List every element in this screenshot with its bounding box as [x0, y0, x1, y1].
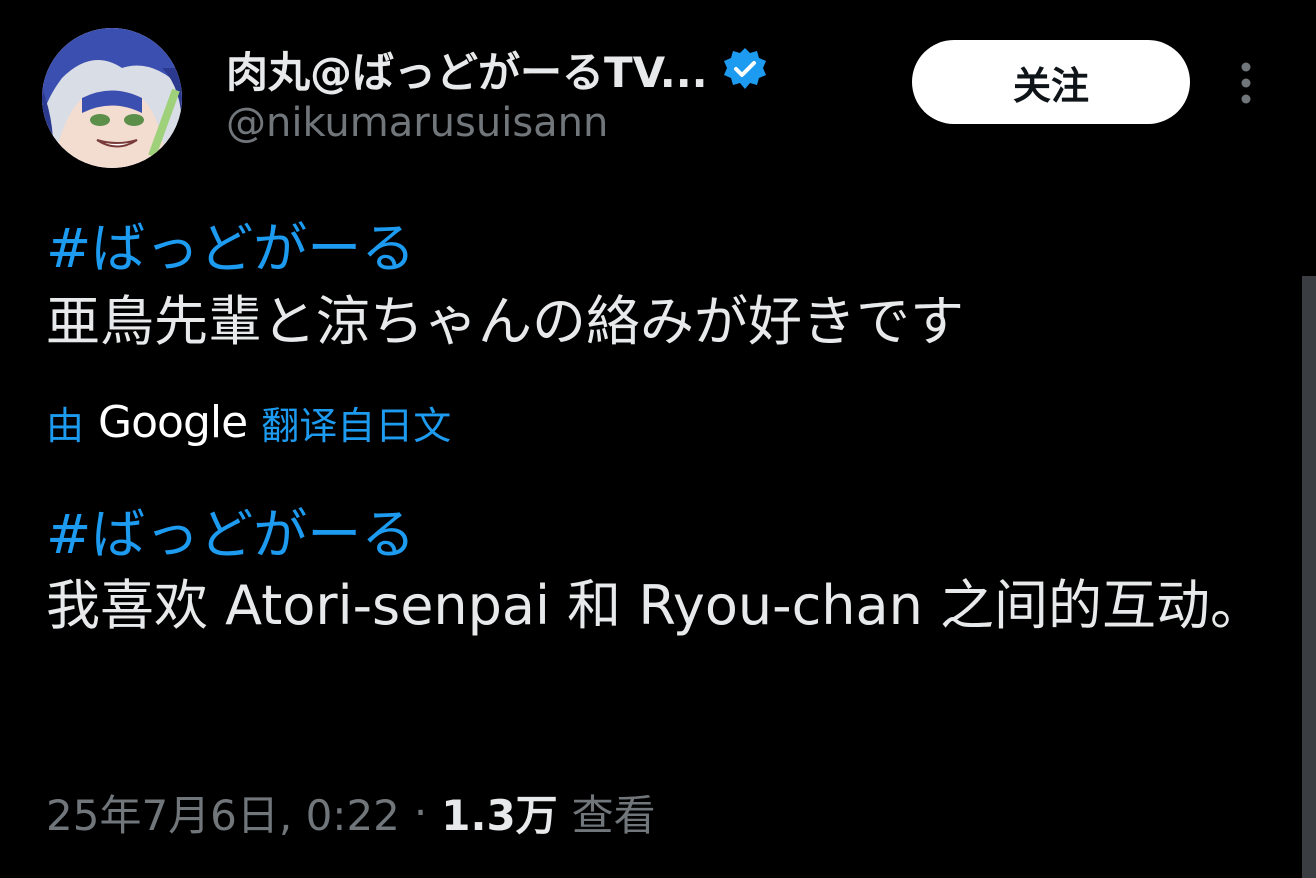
- translated-tweet-text: 我喜欢 Atori-senpai 和 Ryou-chan 之间的互动。: [46, 574, 1265, 637]
- translation-attribution[interactable]: 由 Google 翻译自日文: [46, 392, 451, 452]
- translation-prefix: 由: [46, 403, 85, 448]
- views-count[interactable]: 1.3万: [441, 782, 557, 843]
- original-hashtag[interactable]: #ばっどがーる: [46, 204, 415, 283]
- scrollbar-track[interactable]: [1302, 276, 1316, 878]
- tweet-meta: 25年7月6日, 0:22 · 1.3万 查看: [46, 780, 656, 844]
- display-name-text[interactable]: 肉丸@ばっどがーるTV...: [226, 39, 708, 100]
- views-label: 查看: [571, 790, 656, 840]
- translated-hashtag[interactable]: #ばっどがーる: [46, 490, 415, 569]
- author-display-name[interactable]: 肉丸@ばっどがーるTV...: [226, 38, 768, 100]
- google-logo: Google: [98, 396, 248, 448]
- author-handle[interactable]: @nikumarusuisann: [226, 100, 608, 146]
- translation-suffix[interactable]: 翻译自日文: [261, 395, 451, 450]
- follow-button[interactable]: 关注: [912, 40, 1190, 124]
- verified-badge-icon[interactable]: [722, 46, 768, 92]
- timestamp[interactable]: 25年7月6日, 0:22: [46, 782, 400, 843]
- original-tweet-text: 亜鳥先輩と涼ちゃんの絡みが好きです: [46, 290, 964, 353]
- meta-separator: ·: [413, 787, 428, 837]
- avatar-icon: [42, 28, 182, 168]
- avatar[interactable]: [42, 28, 182, 168]
- more-vertical-icon[interactable]: [1230, 58, 1262, 108]
